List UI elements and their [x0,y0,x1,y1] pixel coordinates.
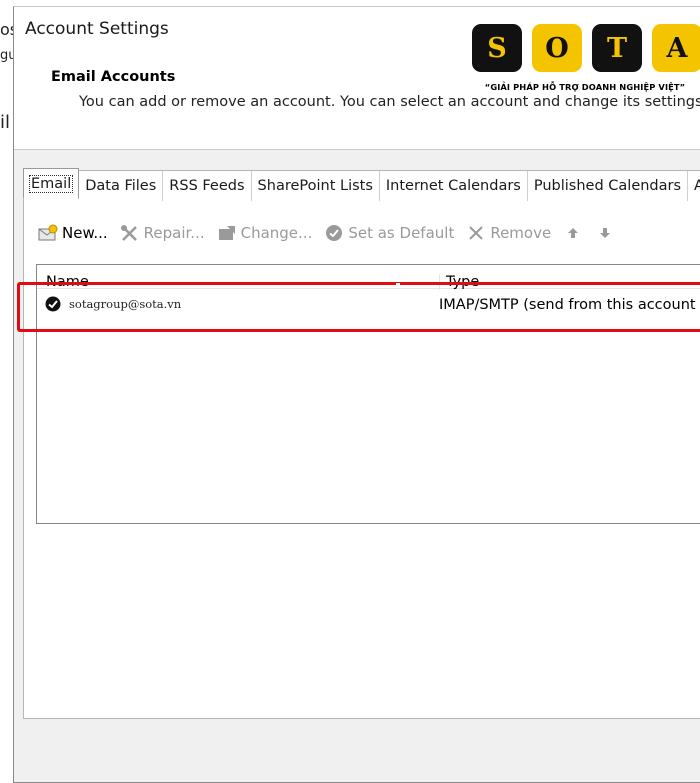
move-up-button[interactable] [563,223,583,243]
logo-slogan: “GIẢI PHÁP HỖ TRỢ DOANH NGHIỆP VIỆT” [484,82,686,92]
tab-bar: Email Data Files RSS Feeds SharePoint Li… [23,168,700,201]
change-icon [217,223,237,243]
new-account-button[interactable]: New... [38,223,108,243]
account-toolbar: New... Repair... Change... Set as Defaul… [38,221,627,245]
change-label: Change... [240,224,313,242]
tab-internet-calendars[interactable]: Internet Calendars [379,171,528,201]
account-settings-dialog: Account Settings Email Accounts You can … [13,6,700,783]
set-as-default-label: Set as Default [348,224,455,242]
tab-rss-feeds[interactable]: RSS Feeds [163,171,252,201]
dialog-header: Account Settings Email Accounts You can … [14,7,700,150]
repair-button[interactable]: Repair... [120,223,205,243]
remove-button[interactable]: Remove [466,223,551,243]
dialog-title: Account Settings [25,19,169,39]
tab-data-files[interactable]: Data Files [79,171,164,201]
sota-logo: S O T A “GIẢI PHÁP HỖ TRỢ DOANH NGHIỆP V… [472,24,700,98]
selection-highlight-annotation [17,282,700,332]
new-account-label: New... [62,224,108,242]
set-as-default-button[interactable]: Set as Default [324,223,454,243]
remove-label: Remove [490,224,552,242]
repair-label: Repair... [143,224,205,242]
tools-icon [120,223,140,243]
change-button[interactable]: Change... [217,223,313,243]
logo-letter-o: O [532,24,582,72]
tab-published-calendars[interactable]: Published Calendars [527,171,689,201]
check-circle-icon [324,223,344,243]
logo-letter-t: T [592,24,642,72]
logo-letter-s: S [472,24,522,72]
logo-letter-a: A [652,24,700,72]
section-heading: Email Accounts [51,69,176,85]
close-icon [466,223,486,243]
background-text-fragment: il [0,112,11,133]
arrow-up-icon [563,223,583,243]
tab-sharepoint-lists[interactable]: SharePoint Lists [251,171,380,201]
arrow-down-icon [595,223,615,243]
new-mail-icon [38,223,58,243]
move-down-button[interactable] [595,223,615,243]
tab-email[interactable]: Email [23,168,80,199]
header-glint [396,283,400,286]
tab-address-books[interactable]: A [688,171,700,201]
tab-label: Email [28,175,74,193]
